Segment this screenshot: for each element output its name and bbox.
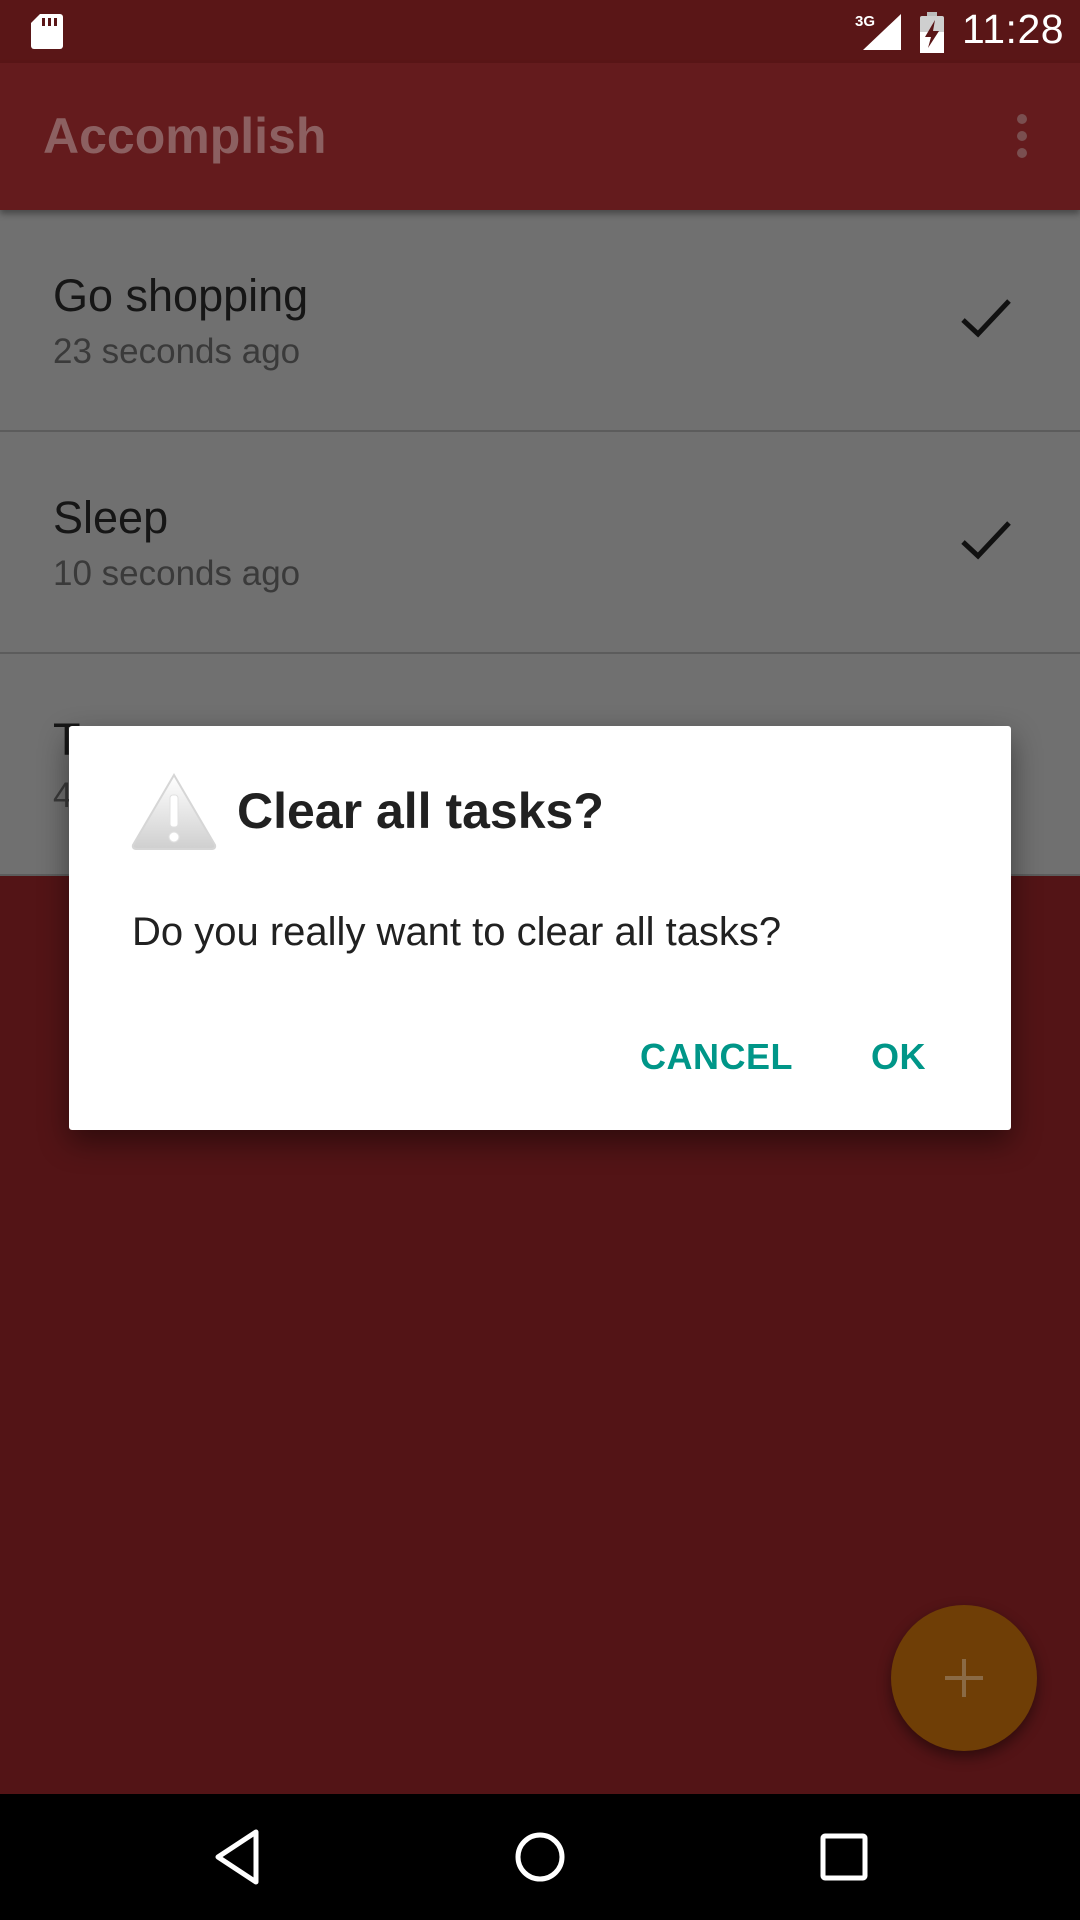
check-icon[interactable] bbox=[960, 518, 1012, 562]
battery-icon bbox=[920, 12, 944, 53]
task-time: 23 seconds ago bbox=[53, 332, 301, 371]
status-bar: 3G 11:28 bbox=[0, 0, 1080, 63]
dialog-title: Clear all tasks? bbox=[237, 783, 604, 839]
back-icon[interactable] bbox=[210, 1826, 270, 1888]
home-icon[interactable] bbox=[510, 1826, 570, 1888]
task-title: Sleep bbox=[53, 492, 169, 543]
task-row[interactable]: Go shopping 23 seconds ago bbox=[0, 210, 1080, 432]
signal-icon: 3G bbox=[855, 13, 901, 50]
ok-button[interactable]: OK bbox=[871, 1036, 926, 1078]
add-task-button[interactable] bbox=[891, 1605, 1037, 1751]
check-icon[interactable] bbox=[960, 296, 1012, 340]
clear-tasks-dialog: Clear all tasks? Do you really want to c… bbox=[69, 726, 1011, 1130]
navigation-bar bbox=[0, 1794, 1080, 1920]
warning-icon bbox=[131, 773, 217, 850]
clock: 11:28 bbox=[962, 6, 1065, 52]
plus-icon bbox=[945, 1659, 983, 1697]
cancel-button[interactable]: CANCEL bbox=[640, 1036, 793, 1078]
network-type-label: 3G bbox=[855, 13, 875, 30]
task-row[interactable]: Sleep 10 seconds ago bbox=[0, 432, 1080, 654]
app-title: Accomplish bbox=[43, 108, 327, 164]
recents-icon[interactable] bbox=[816, 1826, 872, 1888]
dialog-message: Do you really want to clear all tasks? bbox=[132, 910, 782, 954]
overflow-menu-icon[interactable] bbox=[1010, 113, 1034, 159]
task-title: Go shopping bbox=[53, 270, 309, 321]
sd-card-icon bbox=[31, 14, 63, 49]
app-bar: Accomplish bbox=[0, 63, 1080, 210]
task-time: 10 seconds ago bbox=[53, 554, 301, 593]
